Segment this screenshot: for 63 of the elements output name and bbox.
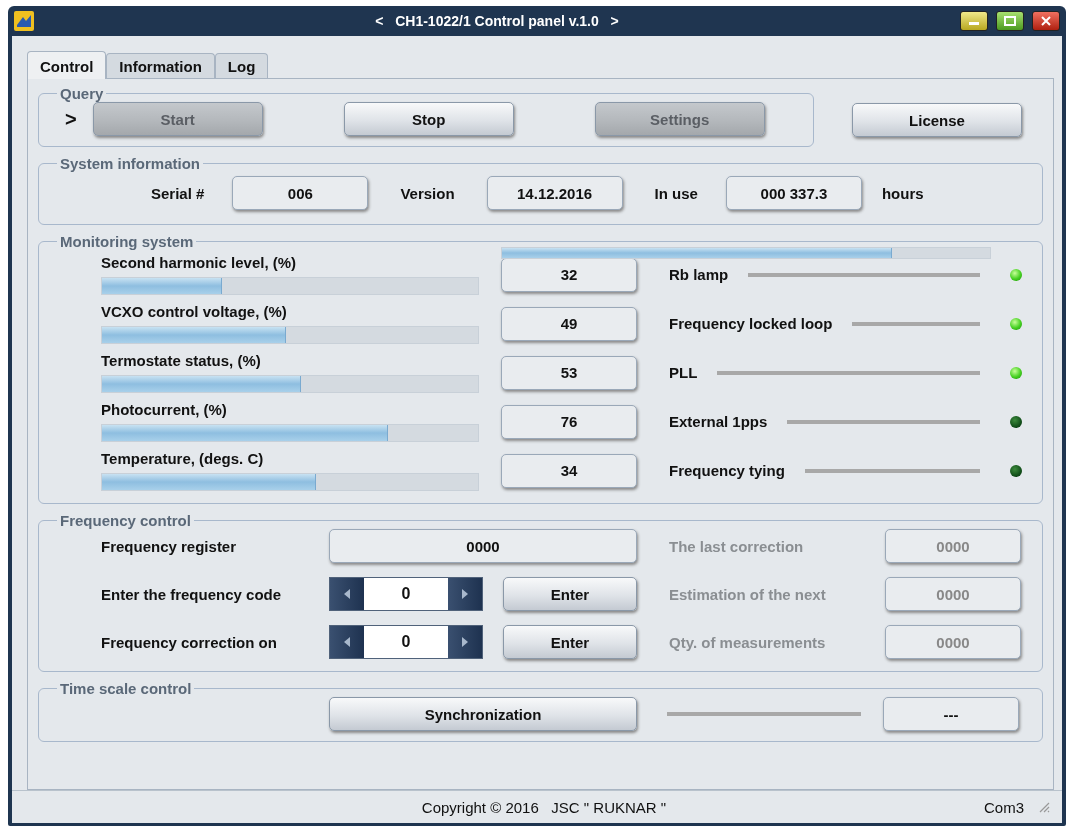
value-box: --- xyxy=(883,697,1019,731)
value-box: 0000 xyxy=(885,577,1021,611)
group-title: Monitoring system xyxy=(59,233,195,250)
meter-label: Temperature, (degs. C) xyxy=(101,450,265,467)
license-button[interactable]: License xyxy=(852,103,1022,137)
maximize-button[interactable] xyxy=(996,11,1024,31)
group-title: Query xyxy=(59,85,105,102)
value-box: 14.12.2016 xyxy=(486,176,623,210)
synchronization-button[interactable]: Synchronization xyxy=(329,697,637,731)
readout-label: Estimation of the next xyxy=(669,585,827,603)
resize-grip-icon xyxy=(1038,801,1050,813)
unit-label: hours xyxy=(881,184,924,202)
decrement-icon[interactable] xyxy=(330,578,364,610)
decrement-icon[interactable] xyxy=(330,626,364,658)
readout-label: Qty. of measurements xyxy=(669,633,827,651)
field-label: Enter the frequency code xyxy=(101,585,283,603)
tab[interactable]: Log xyxy=(214,53,269,78)
increment-icon[interactable] xyxy=(448,578,482,610)
copyright-text: Copyright © 2016 JSC " RUKNAR " xyxy=(420,798,668,816)
indicator-label: PLL xyxy=(669,364,698,381)
enter-button[interactable]: Enter xyxy=(503,625,637,659)
minimize-button[interactable] xyxy=(960,11,988,31)
app-icon xyxy=(14,11,34,31)
value-box: 53 xyxy=(501,355,637,390)
value-box: 0000 xyxy=(885,625,1021,659)
maximize-icon xyxy=(1004,16,1016,26)
port-label: Com3 xyxy=(984,798,1024,816)
value-box: 0000 xyxy=(329,529,637,563)
value-box: 006 xyxy=(232,176,369,210)
value-box: 49 xyxy=(501,306,637,341)
tab[interactable]: Information xyxy=(106,53,215,78)
meter-label: Termostate status, (%) xyxy=(101,352,262,369)
field-label: Frequency register xyxy=(101,537,238,555)
value-box: 000 337.3 xyxy=(725,176,862,210)
field-label: Frequency correction on xyxy=(101,633,278,651)
meter-label: Photocurrent, (%) xyxy=(101,401,228,418)
enter-button[interactable]: Enter xyxy=(503,577,637,611)
group-title: Frequency control xyxy=(59,512,192,529)
meter-label: VCXO control voltage, (%) xyxy=(101,303,288,320)
value-box: 76 xyxy=(501,404,637,439)
value-box: 32 xyxy=(501,257,637,292)
close-button[interactable] xyxy=(1032,11,1060,31)
indicator-label: Frequency tying xyxy=(669,462,785,479)
meter-label: Second harmonic level, (%) xyxy=(101,254,298,271)
window-title: < CH1-1022/1 Control panel v.1.0 > xyxy=(374,13,620,29)
field-label: In use xyxy=(654,184,698,202)
field-label: Serial # xyxy=(151,184,205,202)
stop-button[interactable]: Stop xyxy=(343,102,514,136)
field-label: Version xyxy=(400,184,455,202)
indicator-label: Frequency locked loop xyxy=(669,315,833,332)
indicator-label: External 1pps xyxy=(669,413,768,430)
value-box: 0000 xyxy=(885,529,1021,563)
increment-icon[interactable] xyxy=(448,626,482,658)
close-icon xyxy=(1040,16,1052,26)
number-spinner[interactable]: 0 xyxy=(329,577,483,611)
prompt-marker: > xyxy=(65,107,77,131)
value-box: 34 xyxy=(501,453,637,488)
readout-label: The last correction xyxy=(669,537,805,555)
tab[interactable]: Control xyxy=(27,51,107,79)
indicator-label: Rb lamp xyxy=(669,266,729,283)
group-title: System information xyxy=(59,155,202,172)
number-spinner[interactable]: 0 xyxy=(329,625,483,659)
group-title: Time scale control xyxy=(59,680,193,697)
